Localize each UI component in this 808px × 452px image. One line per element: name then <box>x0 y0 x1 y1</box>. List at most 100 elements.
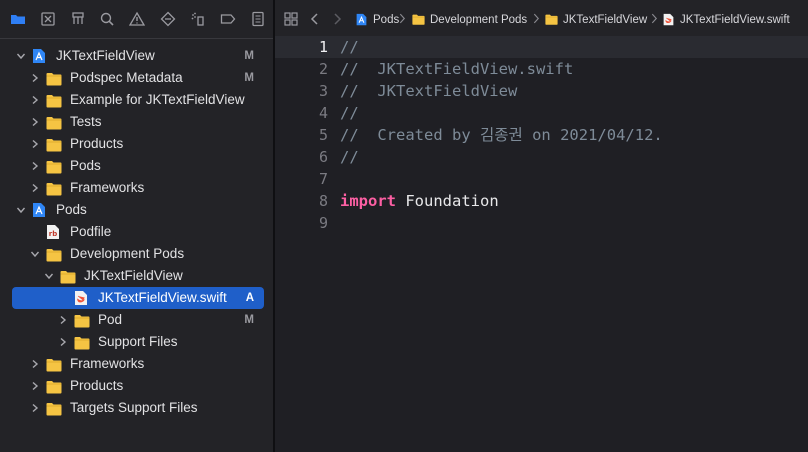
breadcrumb-separator-icon <box>651 13 658 27</box>
breadcrumb-separator-icon <box>399 13 406 27</box>
line-number: 9 <box>318 214 328 232</box>
tree-row[interactable]: Development Pods <box>12 243 264 265</box>
line-number: 7 <box>318 170 328 188</box>
code-text: // <box>340 36 359 58</box>
tree-row[interactable]: Support Files <box>12 331 264 353</box>
chevron-right-icon[interactable] <box>30 359 40 369</box>
test-diamond-icon[interactable] <box>160 11 176 27</box>
tree-row[interactable]: Pods <box>12 155 264 177</box>
chevron-right-icon[interactable] <box>30 403 40 413</box>
breadcrumb-label: JKTextFieldView <box>563 14 648 26</box>
folder-icon <box>46 357 62 372</box>
debug-spray-icon[interactable] <box>190 11 206 27</box>
symbol-hierarchy-icon[interactable] <box>70 11 86 27</box>
line-number: 3 <box>318 82 328 100</box>
line-number: 5 <box>318 126 328 144</box>
chevron-right-icon[interactable] <box>30 73 40 83</box>
scm-status-badge: M <box>244 50 254 62</box>
tree-row[interactable]: Pods <box>12 199 264 221</box>
line-number: 1 <box>318 38 328 56</box>
tree-row-label: Pods <box>56 202 87 217</box>
tree-row-label: JKTextFieldView.swift <box>98 290 227 305</box>
tree-row[interactable]: Pod M <box>12 309 264 331</box>
folder-icon <box>74 335 90 350</box>
tree-row-label: Targets Support Files <box>70 400 198 415</box>
issue-warning-icon[interactable] <box>129 11 145 27</box>
tree-row[interactable]: Frameworks <box>12 353 264 375</box>
code-line[interactable]: 2 // JKTextFieldView.swift <box>275 58 808 80</box>
tree-row[interactable]: Products <box>12 133 264 155</box>
folder-icon <box>46 115 62 130</box>
tree-row-label: Podfile <box>70 224 112 239</box>
line-number: 8 <box>318 192 328 210</box>
find-icon[interactable] <box>99 11 115 27</box>
chevron-down-icon[interactable] <box>30 249 40 259</box>
folder-icon <box>412 13 426 27</box>
breadcrumb-label: JKTextFieldView.swift <box>680 14 790 26</box>
code-text: // JKTextFieldView.swift <box>340 58 573 80</box>
code-text: // JKTextFieldView <box>340 80 517 102</box>
scm-status-badge: M <box>244 314 254 326</box>
tree-row[interactable]: JKTextFieldView.swift A <box>12 287 264 309</box>
chevron-right-icon[interactable] <box>30 139 40 149</box>
breadcrumb-label: Pods <box>373 14 400 26</box>
comment-token: // <box>340 104 359 122</box>
chevron-right-icon[interactable] <box>30 161 40 171</box>
chevron-down-icon[interactable] <box>44 271 54 281</box>
code-line[interactable]: 9 <box>275 212 808 234</box>
chevron-right-icon[interactable] <box>30 95 40 105</box>
code-line[interactable]: 6 // <box>275 146 808 168</box>
code-line[interactable]: 7 <box>275 168 808 190</box>
tree-row[interactable]: Example for JKTextFieldView <box>12 89 264 111</box>
folder-icon <box>46 247 62 262</box>
tree-row-label: Frameworks <box>70 356 145 371</box>
swift-file-icon <box>662 13 676 27</box>
tree-row-label: Podspec Metadata <box>70 70 183 85</box>
tree-row[interactable]: JKTextFieldView <box>12 265 264 287</box>
tree-row[interactable]: rb Podfile <box>12 221 264 243</box>
source-control-icon[interactable] <box>40 11 56 27</box>
chevron-right-icon[interactable] <box>58 337 68 347</box>
code-line[interactable]: 8 import Foundation <box>275 190 808 212</box>
tree-row[interactable]: Tests <box>12 111 264 133</box>
navigator-toolbar <box>0 0 273 39</box>
chevron-right-icon[interactable] <box>30 183 40 193</box>
tree-row[interactable]: Products <box>12 375 264 397</box>
breadcrumb-label: Development Pods <box>430 14 528 26</box>
folder-icon <box>46 93 62 108</box>
tree-row-label: Tests <box>70 114 102 129</box>
line-number: 2 <box>318 60 328 78</box>
folder-icon[interactable] <box>10 11 26 27</box>
chevron-down-icon[interactable] <box>16 51 26 61</box>
report-icon[interactable] <box>250 11 266 27</box>
code-line[interactable]: 1 // <box>275 36 808 58</box>
chevron-right-icon[interactable] <box>30 117 40 127</box>
comment-token: // Created by 김종권 on 2021/04/12. <box>340 126 663 144</box>
tree-row[interactable]: Frameworks <box>12 177 264 199</box>
chevron-left-icon[interactable] <box>307 11 323 27</box>
chevron-right-icon[interactable] <box>30 381 40 391</box>
tree-row-label: JKTextFieldView <box>56 48 155 63</box>
grid-icon[interactable] <box>283 11 299 27</box>
code-text: // <box>340 102 359 124</box>
scm-status-badge: A <box>245 292 254 304</box>
comment-token: // JKTextFieldView.swift <box>340 60 574 78</box>
ruby-file-icon: rb <box>46 224 62 239</box>
breakpoint-icon[interactable] <box>220 11 236 27</box>
chevron-right-icon[interactable] <box>329 11 345 27</box>
chevron-right-icon[interactable] <box>58 315 68 325</box>
jump-bar: Pods Development Pods JKTextFieldView JKTex… <box>275 0 808 39</box>
tree-row[interactable]: JKTextFieldView M <box>12 45 264 67</box>
chevron-down-icon[interactable] <box>16 205 26 215</box>
folder-icon <box>46 137 62 152</box>
tree-row[interactable]: Podspec Metadata M <box>12 67 264 89</box>
folder-icon <box>74 313 90 328</box>
folder-icon <box>46 159 62 174</box>
tree-row[interactable]: Targets Support Files <box>12 397 264 419</box>
code-line[interactable]: 5 // Created by 김종권 on 2021/04/12. <box>275 124 808 146</box>
code-line[interactable]: 4 // <box>275 102 808 124</box>
code-line[interactable]: 3 // JKTextFieldView <box>275 80 808 102</box>
tree-row-label: Development Pods <box>70 246 185 261</box>
xcode-project-icon <box>32 202 48 217</box>
folder-icon <box>46 71 62 86</box>
